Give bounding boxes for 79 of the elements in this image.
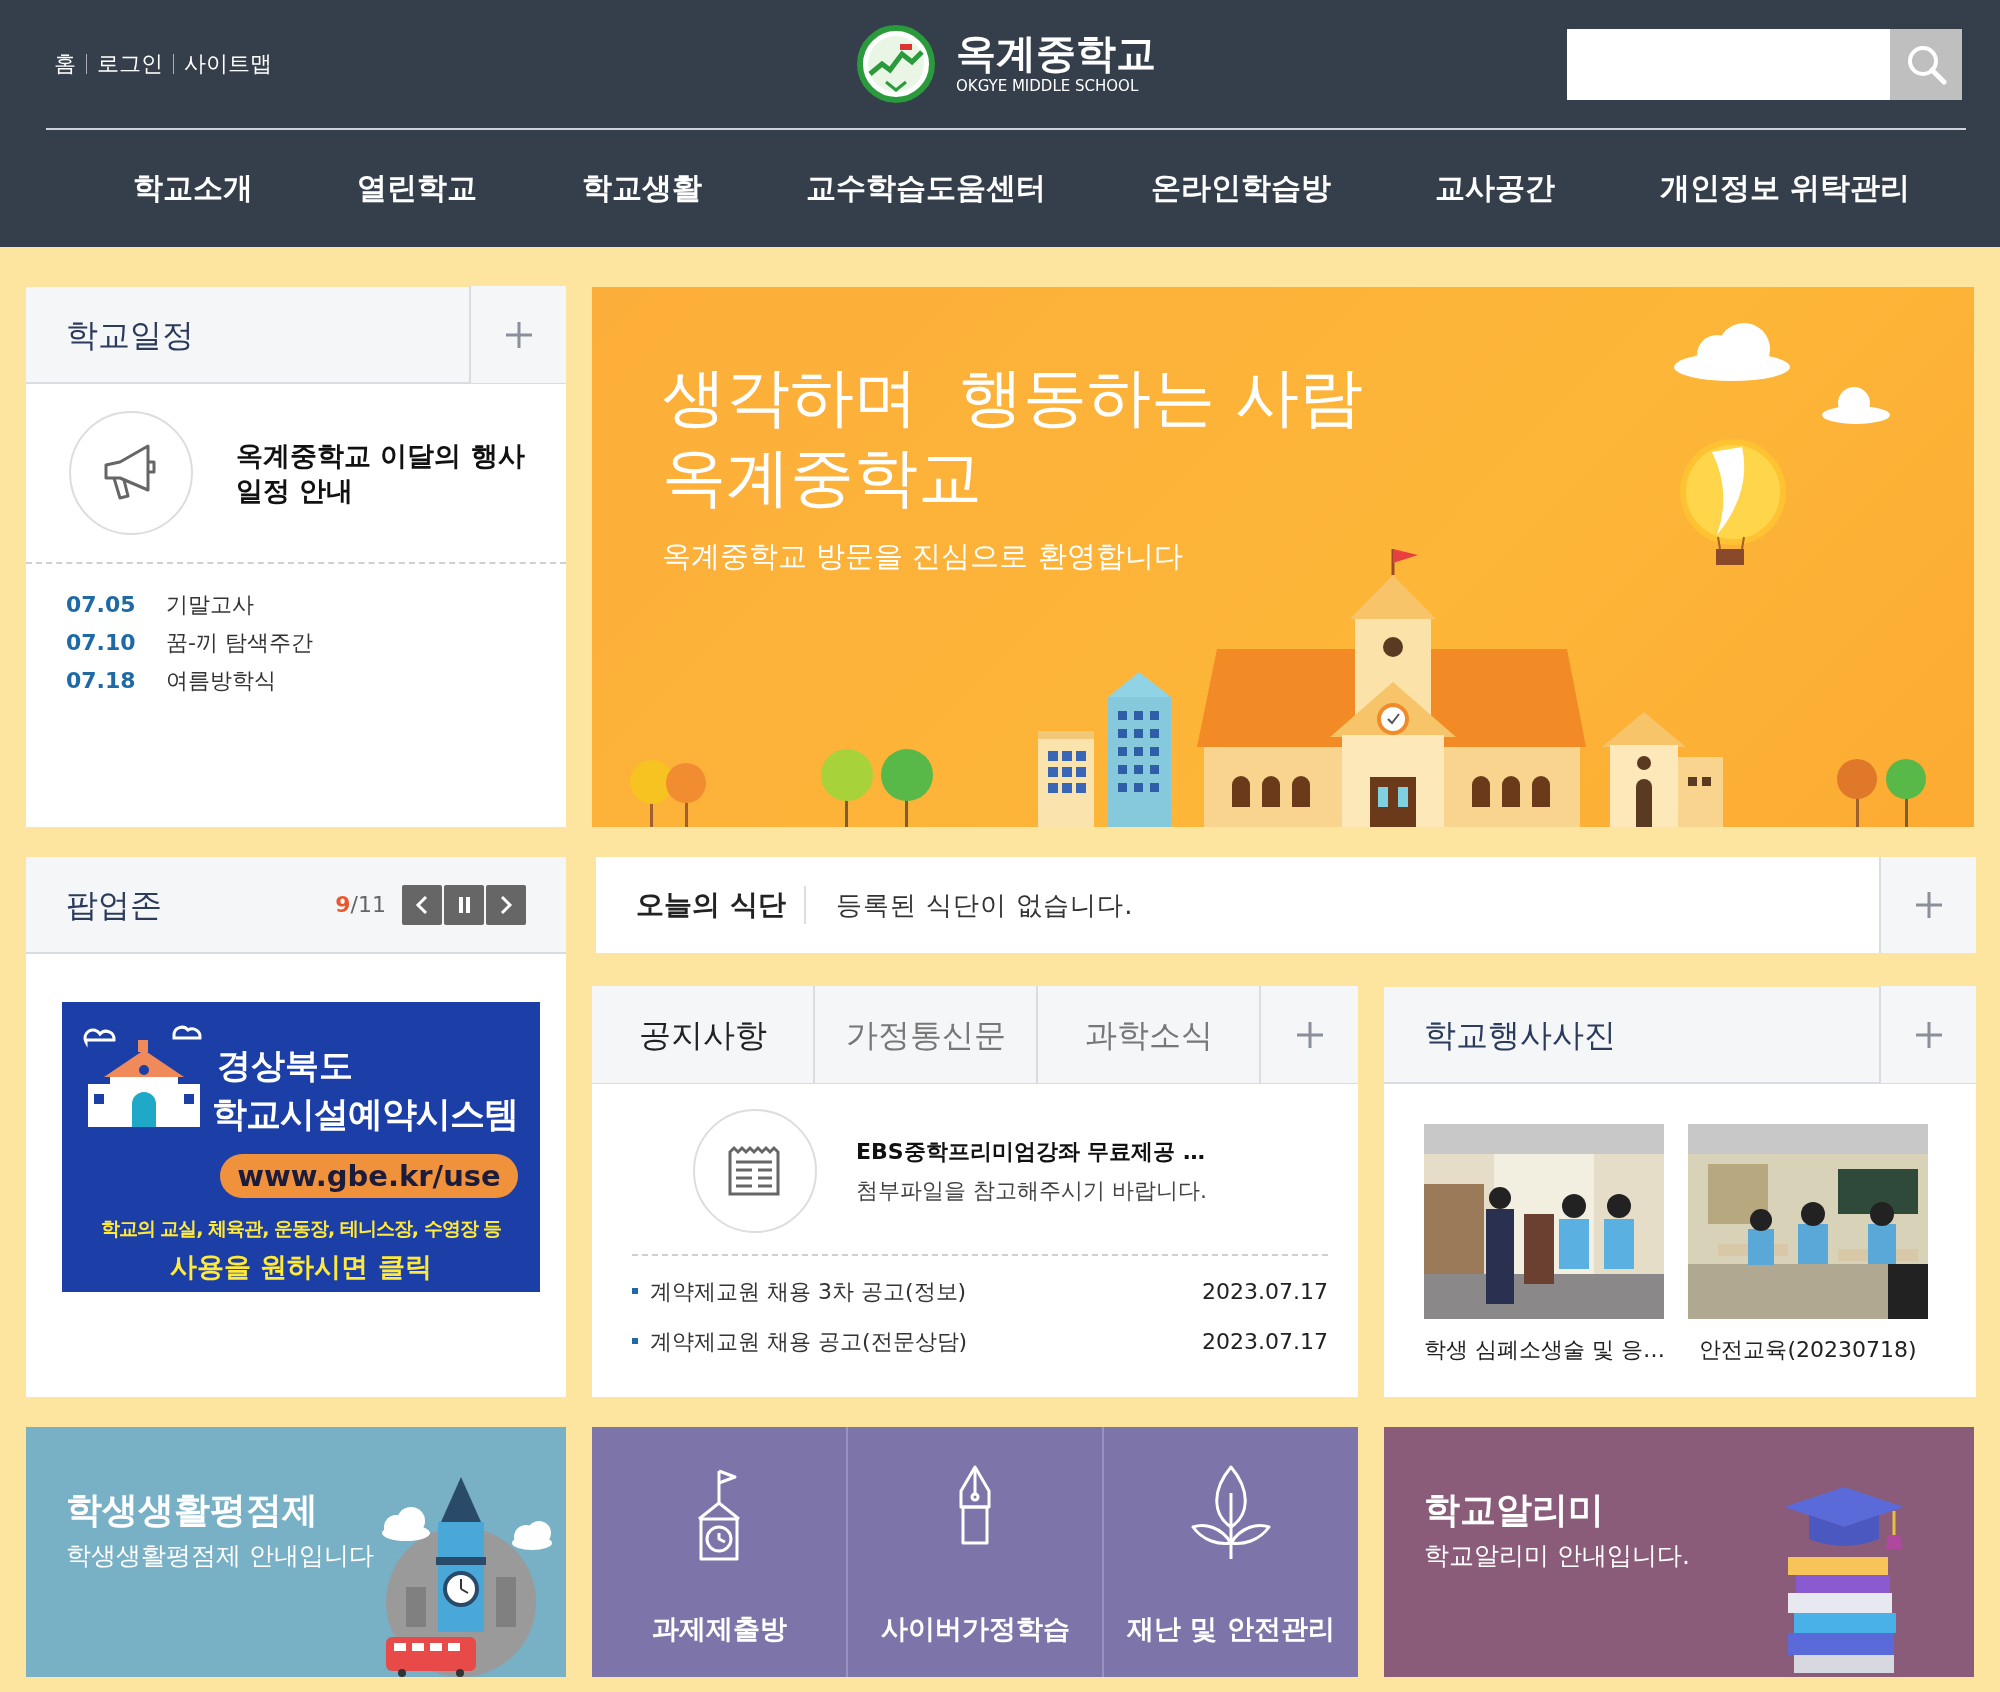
search-icon — [1905, 43, 1947, 85]
search-button[interactable] — [1890, 28, 1962, 100]
megaphone-icon — [68, 410, 194, 536]
panel-title: 팝업존 — [65, 884, 163, 926]
panel-title: 학교행사사진 — [1423, 1014, 1617, 1056]
featured-post-summary: 첨부파일을 참고해주시기 바랍니다. — [856, 1177, 1207, 1205]
featured-post-link[interactable]: EBS중학프리미엄강좌 무료제공 … — [856, 1135, 1207, 1168]
top-link[interactable]: 사이트맵 — [174, 54, 282, 74]
post-link[interactable]: 계약제교원 채용 3차 공고(정보) — [650, 1274, 1203, 1308]
meal-message: 등록된 식단이 없습니다. — [834, 888, 1135, 922]
chevron-left-icon — [415, 894, 429, 915]
cloud-icon — [1674, 323, 1790, 381]
tile-text: 학생생활평점제 안내입니다 — [66, 1540, 374, 1572]
school-name-english: OKGYE MIDDLE SCHOOL — [956, 75, 1140, 97]
more-button[interactable] — [1879, 986, 1976, 1083]
pause-icon — [457, 895, 471, 914]
photo-caption[interactable]: 안전교육(20230718) — [1688, 1333, 1928, 1366]
meal-title: 오늘의 식단 — [596, 886, 806, 924]
board-tab[interactable]: 과학소식 — [1038, 986, 1261, 1083]
quick-link[interactable]: 재난 및 안전관리 — [1104, 1427, 1358, 1677]
banner-subtitle: 옥계중학교 방문을 진심으로 환영합니다 — [662, 538, 1184, 575]
ad-region-text: 경상북도 — [217, 1044, 353, 1087]
search-field[interactable] — [1567, 28, 1890, 100]
post-link[interactable]: 계약제교원 채용 공고(전문상담) — [650, 1324, 1203, 1358]
logo-emblem-icon — [856, 24, 936, 104]
ad-note: 학교의 교실, 체육관, 운동장, 테니스장, 수영장 등 — [99, 1216, 503, 1241]
tile-text: 학교알리미 안내입니다. — [1424, 1540, 1690, 1572]
nav-link[interactable]: 교수학습도움센터 — [806, 165, 1047, 210]
bullet-icon — [632, 1338, 638, 1344]
quick-link-label: 사이버가정학습 — [880, 1611, 1070, 1646]
event-date: 07.10 — [66, 629, 137, 657]
page-counter: 9/11 — [335, 891, 386, 919]
nav-link[interactable]: 교사공간 — [1435, 165, 1556, 210]
board-tab[interactable]: 가정통신문 — [815, 986, 1038, 1083]
ad-call-to-action: 사용을 원하시면 클릭 — [169, 1250, 433, 1284]
event-title[interactable]: 꿈-끼 탐색주간 — [166, 624, 313, 662]
previous-button[interactable] — [402, 884, 442, 925]
quick-link-label: 과제제출방 — [651, 1611, 787, 1646]
top-link[interactable]: 홈 — [54, 54, 87, 74]
event-date: 07.18 — [66, 667, 137, 695]
quick-link-label: 재난 및 안전관리 — [1127, 1611, 1335, 1646]
alimi-tile[interactable]: 학교알리미 학교알리미 안내입니다. — [1384, 1427, 1974, 1677]
plus-icon — [1914, 1020, 1943, 1049]
ad-banner[interactable]: 경상북도 학교시설예약시스템 www.gbe.kr/use 학교의 교실, 체육관, 운동장, 테니스장, 수영장 등 사용을 원하시면 클릭 — [62, 1002, 540, 1292]
nav-link[interactable]: 개인정보 위탁관리 — [1659, 165, 1910, 210]
panel-title: 학교일정 — [65, 314, 195, 356]
more-button[interactable] — [469, 286, 566, 383]
tile-title: 학생생활평점제 — [66, 1488, 318, 1532]
school-name: 옥계중학교 — [956, 30, 1156, 75]
event-date: 07.05 — [66, 591, 137, 619]
post-date: 2023.07.17 — [1202, 1327, 1328, 1356]
plus-icon — [1914, 891, 1943, 919]
more-button[interactable] — [1879, 857, 1976, 953]
banner-headline: 생각하며 행동하는 사람 옥계중학교 — [662, 359, 1364, 516]
ad-title: 학교시설예약시스템 — [212, 1093, 518, 1136]
quick-link[interactable]: 사이버가정학습 — [848, 1427, 1104, 1677]
quick-link[interactable]: 과제제출방 — [592, 1427, 848, 1677]
photo-caption[interactable]: 학생 심폐소생술 및 응… — [1424, 1333, 1664, 1366]
nav-link[interactable]: 학교소개 — [133, 165, 253, 210]
next-button[interactable] — [486, 884, 526, 925]
board-tab[interactable]: 공지사항 — [592, 986, 815, 1083]
plus-icon — [504, 320, 533, 349]
document-icon — [692, 1108, 818, 1234]
schedule-headline[interactable]: 옥계중학교 이달의 행사 일정 안내 — [236, 437, 536, 509]
chevron-right-icon — [499, 894, 513, 915]
nav-link[interactable]: 학교생활 — [581, 165, 702, 210]
more-button[interactable] — [1261, 986, 1358, 1083]
tile-title: 학교알리미 — [1424, 1488, 1604, 1532]
event-title[interactable]: 여름방학식 — [166, 662, 276, 700]
bullet-icon — [632, 1288, 638, 1294]
post-date: 2023.07.17 — [1202, 1277, 1328, 1306]
pause-button[interactable] — [444, 884, 484, 925]
cloud-icon — [1822, 387, 1890, 424]
top-link[interactable]: 로그인 — [87, 54, 174, 74]
ad-url-text: www.gbe.kr/use — [220, 1154, 518, 1198]
plus-icon — [1295, 1020, 1324, 1049]
nav-link[interactable]: 열린학교 — [357, 165, 478, 210]
event-title[interactable]: 기말고사 — [166, 586, 254, 624]
nav-link[interactable]: 온라인학습방 — [1150, 165, 1331, 210]
